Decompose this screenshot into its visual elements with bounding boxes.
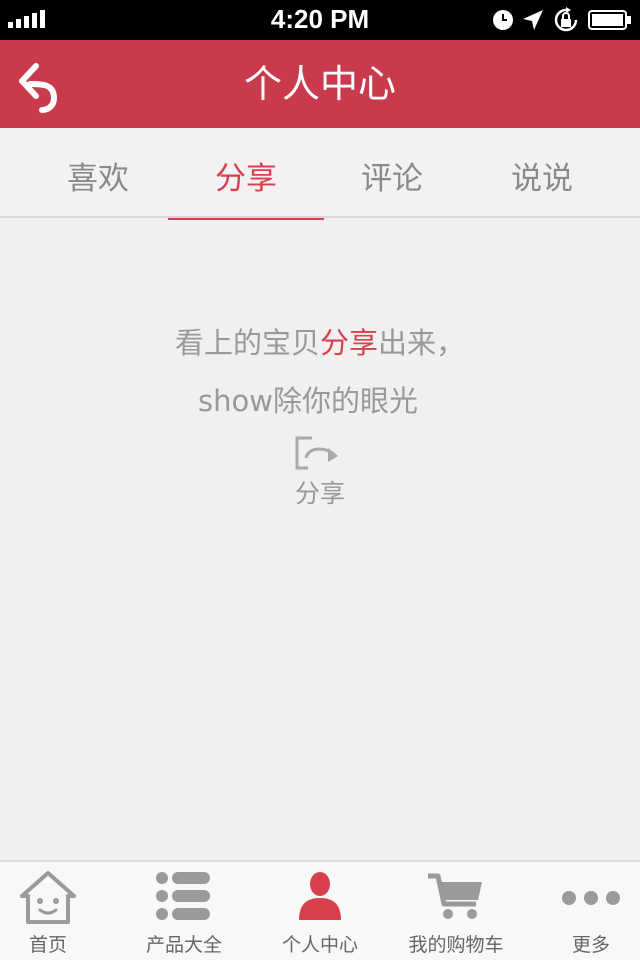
location-arrow-icon — [523, 10, 543, 30]
empty-message-line2: show除你的眼光 — [198, 384, 418, 418]
nav-bar: 个人中心 — [0, 40, 640, 128]
tab-likes[interactable]: 喜欢 — [18, 128, 178, 218]
home-icon — [20, 871, 76, 924]
bottom-tab-cart-label: 我的购物车 — [408, 934, 504, 956]
bottom-tab-products-icon-wrap — [120, 870, 248, 926]
bottom-tab-cart-icon-wrap — [392, 870, 520, 926]
tab-comments[interactable]: 评论 — [312, 128, 472, 218]
bottom-tab-more-icon-wrap — [527, 870, 640, 926]
person-icon — [299, 872, 341, 920]
clock-icon — [493, 10, 513, 30]
share-button-label[interactable]: 分享 — [0, 474, 640, 510]
page-title: 个人中心 — [243, 62, 396, 106]
bottom-tab-profile[interactable]: 个人中心 — [256, 862, 384, 960]
more-icon — [562, 891, 620, 905]
battery-icon — [588, 10, 631, 30]
empty-message-prefix: 看上的宝贝 — [174, 326, 320, 360]
status-bar: 4:20 PM — [0, 0, 640, 40]
bottom-tab-home[interactable]: 首页 — [0, 862, 112, 960]
empty-message-suffix: 出来， — [378, 326, 466, 360]
tab-share[interactable]: 分享 — [166, 128, 326, 220]
bottom-tab-home-icon-wrap — [0, 870, 112, 926]
tab-posts[interactable]: 说说 — [462, 128, 622, 218]
share-icon[interactable] — [294, 434, 346, 474]
bottom-tab-bar: 首页 产品大全 个人中心 我的购物车 更多 — [0, 860, 640, 960]
list-icon — [156, 872, 210, 920]
bottom-tab-profile-label: 个人中心 — [281, 934, 358, 956]
status-icons — [492, 6, 632, 34]
empty-message-line1: 看上的宝贝分享出来， — [0, 322, 640, 364]
empty-message-highlight: 分享 — [319, 326, 378, 360]
bottom-tab-cart[interactable]: 我的购物车 — [392, 862, 520, 960]
tab-bar: 喜欢 分享 评论 说说 — [0, 128, 640, 220]
bottom-tab-more[interactable]: 更多 — [527, 862, 640, 960]
rotation-lock-icon — [554, 7, 578, 32]
bottom-tab-products-label: 产品大全 — [145, 934, 222, 956]
bottom-tab-products[interactable]: 产品大全 — [120, 862, 248, 960]
bottom-tab-home-label: 首页 — [28, 934, 67, 956]
cart-icon — [428, 873, 482, 919]
bottom-tab-profile-icon-wrap — [256, 870, 384, 926]
bottom-tab-more-label: 更多 — [571, 934, 610, 956]
